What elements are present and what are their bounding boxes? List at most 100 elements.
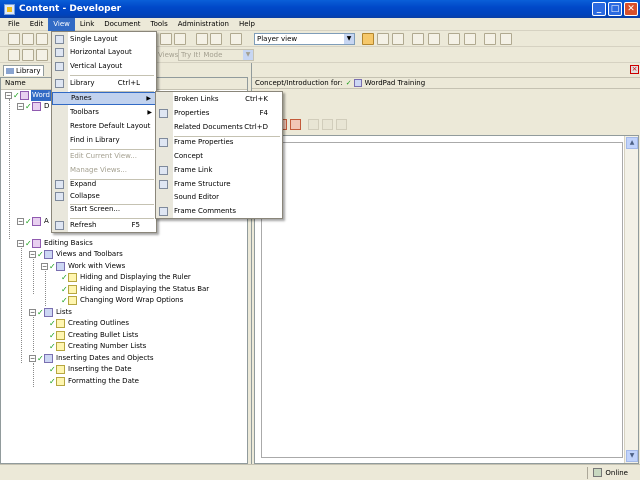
toolbar-button-icon[interactable] [500, 33, 512, 45]
tree-node[interactable]: − ✓ Lists [29, 307, 73, 318]
single-layout-icon[interactable] [362, 33, 374, 45]
scroll-down-icon[interactable]: ▼ [626, 450, 638, 462]
spelling-icon[interactable] [210, 33, 222, 45]
tree-node[interactable]: − ✓ Views and Toolbars [29, 249, 124, 260]
tree-node[interactable]: ✓ Hiding and Displaying the Status Bar [61, 284, 210, 295]
chevron-down-icon: ▼ [243, 50, 253, 60]
concept-editor[interactable]: ▲ ▼ [254, 135, 639, 464]
toolbar-button-icon[interactable] [8, 49, 20, 61]
tree-node[interactable]: − ✓ Editing Basics [17, 238, 94, 249]
concept-label: Concept/Introduction for: [255, 78, 343, 87]
menu-item-label: Library [70, 79, 95, 87]
maximize-button[interactable]: □ [608, 2, 622, 16]
frame-link-icon [159, 166, 168, 175]
save-all-icon[interactable] [36, 33, 48, 45]
vertical-scrollbar[interactable]: ▲ ▼ [624, 136, 638, 463]
check-icon: ✓ [61, 296, 68, 305]
toolbar-button-icon[interactable] [464, 33, 476, 45]
menu-item-broken-links[interactable]: Broken Links Ctrl+K [156, 93, 282, 106]
toolbar-button-icon[interactable] [174, 33, 186, 45]
import-icon[interactable] [290, 119, 301, 130]
collapse-icon[interactable]: − [41, 263, 48, 270]
edit-icon [308, 119, 319, 130]
help-icon[interactable] [230, 33, 242, 45]
find-icon[interactable] [196, 33, 208, 45]
menu-item-properties[interactable]: Properties F4 [156, 107, 282, 120]
toolbar-button-icon[interactable] [448, 33, 460, 45]
tree-node[interactable]: − ✓ Word [5, 90, 51, 101]
tree-node[interactable]: ✓ Formatting the Date [49, 376, 140, 387]
menu-document[interactable]: Document [99, 18, 145, 31]
expand-icon [55, 180, 64, 189]
menu-item-single-layout[interactable]: Single Layout [52, 33, 156, 46]
menu-edit[interactable]: Edit [25, 18, 49, 31]
toolbar-button-icon[interactable] [22, 49, 34, 61]
frame-structure-icon [159, 180, 168, 189]
menu-item-frame-comments[interactable]: Frame Comments [156, 205, 282, 218]
menu-administration[interactable]: Administration [173, 18, 234, 31]
menu-item-label: Find in Library [70, 136, 120, 144]
menu-item-horizontal-layout[interactable]: Horizontal Layout [52, 46, 156, 59]
menu-item-frame-properties[interactable]: Frame Properties [156, 136, 282, 149]
tree-node[interactable]: ✓ Creating Bullet Lists [49, 330, 139, 341]
tree-node[interactable]: − ✓ Work with Views [41, 261, 126, 272]
toolbar-button-icon[interactable] [36, 49, 48, 61]
menu-item-refresh[interactable]: Refresh F5 [52, 219, 156, 232]
menu-link[interactable]: Link [75, 18, 99, 31]
menu-item-find-in-library[interactable]: Find in Library [52, 134, 156, 147]
library-icon[interactable] [412, 33, 424, 45]
menu-item-toolbars[interactable]: Toolbars ▶ [52, 106, 156, 119]
menu-item-panes[interactable]: Panes ▶ [52, 92, 156, 105]
collapse-icon[interactable]: − [17, 240, 24, 247]
minimize-button[interactable]: _ [592, 2, 606, 16]
menu-item-library[interactable]: Library Ctrl+L [52, 77, 156, 90]
close-icon[interactable]: × [630, 65, 639, 74]
menu-view[interactable]: View [48, 17, 75, 31]
collapse-icon[interactable]: − [29, 355, 36, 362]
save-icon[interactable] [22, 33, 34, 45]
scroll-up-icon[interactable]: ▲ [626, 137, 638, 149]
tab-library[interactable]: Library [3, 65, 45, 76]
concept-content-area[interactable] [261, 142, 623, 458]
tree-node[interactable]: − ✓ A [17, 216, 50, 227]
toolbar-button-icon[interactable] [160, 33, 172, 45]
menu-item-start-screen[interactable]: Start Screen... [52, 203, 156, 216]
menu-file[interactable]: File [3, 18, 25, 31]
tree-node[interactable]: − ✓ Inserting Dates and Objects [29, 353, 155, 364]
open-icon[interactable] [8, 33, 20, 45]
tree-node[interactable]: ✓ Inserting the Date [49, 364, 133, 375]
check-icon: ✓ [49, 342, 56, 351]
collapse-icon[interactable]: − [17, 218, 24, 225]
toolbar-button-icon[interactable] [484, 33, 496, 45]
collapse-icon[interactable]: − [29, 309, 36, 316]
horizontal-layout-icon[interactable] [377, 33, 389, 45]
close-button[interactable]: ✕ [624, 2, 638, 16]
tree-node[interactable]: ✓ Hiding and Displaying the Ruler [61, 272, 192, 283]
menu-item-frame-structure[interactable]: Frame Structure [156, 178, 282, 191]
tree-node[interactable]: ✓ Creating Outlines [49, 318, 130, 329]
menu-item-restore-default-layout[interactable]: Restore Default Layout [52, 120, 156, 133]
refresh-icon[interactable] [428, 33, 440, 45]
tree-node-label: Work with Views [68, 262, 126, 270]
properties-icon [159, 109, 168, 118]
menu-item-concept[interactable]: Concept [156, 150, 282, 163]
menu-help[interactable]: Help [234, 18, 260, 31]
menu-item-related-documents[interactable]: Related Documents Ctrl+D [156, 121, 282, 134]
menu-item-frame-link[interactable]: Frame Link [156, 164, 282, 177]
collapse-icon[interactable]: − [5, 92, 12, 99]
chevron-down-icon[interactable]: ▼ [344, 34, 354, 44]
vertical-layout-icon[interactable] [392, 33, 404, 45]
tree-node[interactable]: ✓ Changing Word Wrap Options [61, 295, 184, 306]
view-combo[interactable]: Player view ▼ [254, 33, 355, 45]
tree-node[interactable]: ✓ Creating Number Lists [49, 341, 147, 352]
collapse-icon[interactable]: − [29, 251, 36, 258]
menu-item-sound-editor[interactable]: Sound Editor [156, 191, 282, 204]
menu-item-vertical-layout[interactable]: Vertical Layout [52, 60, 156, 73]
check-icon: ✓ [49, 319, 56, 328]
tree-node[interactable]: − ✓ D [17, 101, 50, 112]
concept-header: Concept/Introduction for: ✓ WordPad Trai… [252, 77, 640, 89]
collapse-icon[interactable]: − [17, 103, 24, 110]
menu-item-collapse[interactable]: Collapse [52, 190, 156, 203]
menu-tools[interactable]: Tools [146, 18, 173, 31]
topic-icon [68, 273, 77, 282]
